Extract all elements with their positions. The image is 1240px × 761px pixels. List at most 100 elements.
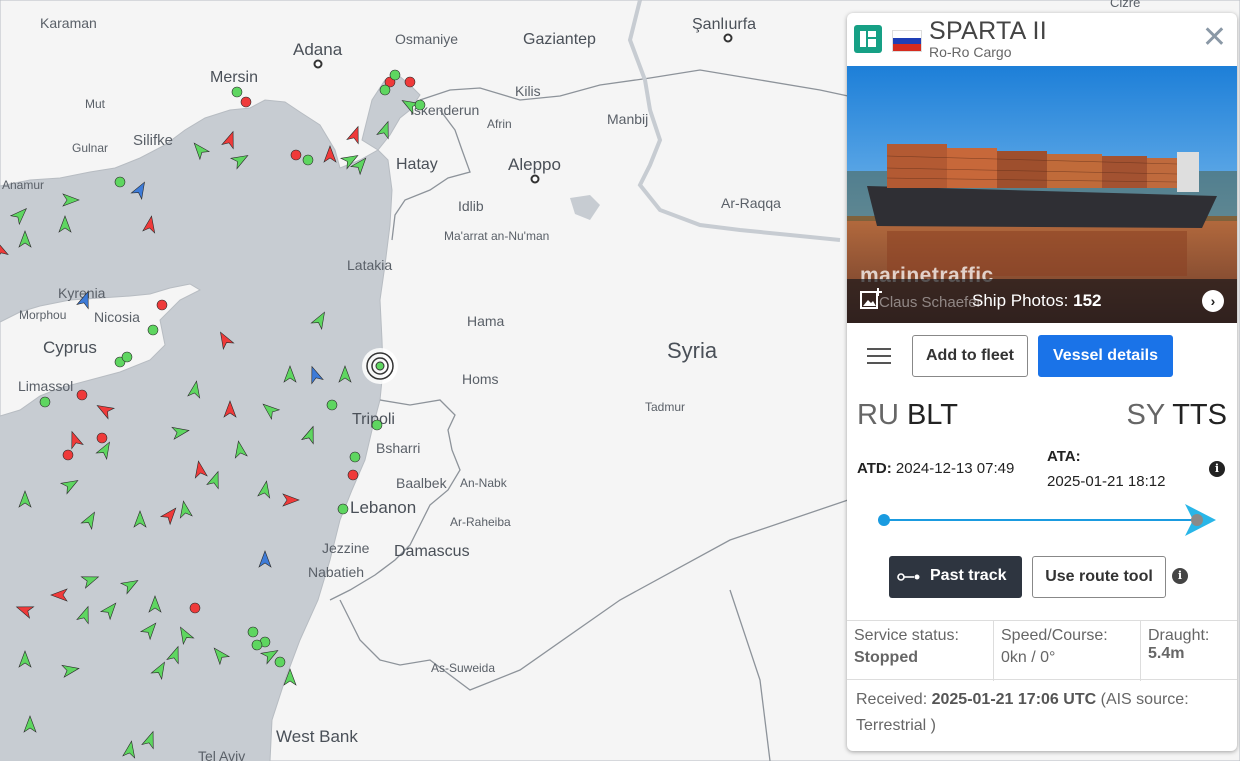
anchored-vessel-dot[interactable] xyxy=(240,96,252,108)
anchored-vessel-dot[interactable] xyxy=(247,626,259,638)
anchored-vessel-dot[interactable] xyxy=(379,84,391,96)
anchored-vessel-dot[interactable] xyxy=(114,176,126,188)
vessel-arrow-icon[interactable] xyxy=(18,490,32,508)
vessel-arrow-icon[interactable] xyxy=(142,215,158,234)
past-track-button[interactable]: Past track xyxy=(889,556,1022,598)
anchored-vessel-dot[interactable] xyxy=(147,324,159,336)
vessel-arrow-icon[interactable] xyxy=(190,139,211,161)
vessel-arrow-icon[interactable] xyxy=(58,215,72,233)
vessel-arrow-icon[interactable] xyxy=(80,571,100,589)
anchored-vessel-dot[interactable] xyxy=(121,351,133,363)
vessel-arrow-icon[interactable] xyxy=(178,500,193,519)
vessel-status-grid: Service status: Stopped Speed/Course: 0k… xyxy=(847,620,1237,681)
anchored-vessel-dot[interactable] xyxy=(231,86,243,98)
photo-bar[interactable]: Claus Schaefer Ship Photos: 152 › xyxy=(847,279,1237,323)
vessel-arrow-icon[interactable] xyxy=(175,624,195,646)
vessel-arrow-icon[interactable] xyxy=(18,650,32,668)
anchored-vessel-dot[interactable] xyxy=(290,149,302,161)
anchored-vessel-dot[interactable] xyxy=(349,451,361,463)
vessel-photo[interactable]: marinetraffic Claus Schaefer Ship Photos… xyxy=(847,66,1237,323)
vessel-arrow-icon[interactable] xyxy=(119,575,141,595)
vessel-arrow-icon[interactable] xyxy=(99,599,120,621)
vessel-arrow-icon[interactable] xyxy=(80,509,99,531)
label-cyprus: Cyprus xyxy=(43,338,97,357)
ata-value: 2025-01-21 18:12 xyxy=(1047,473,1166,490)
vessel-arrow-icon[interactable] xyxy=(166,644,184,665)
vessel-arrow-icon[interactable] xyxy=(229,150,251,170)
ship-photos-label: Ship Photos: xyxy=(972,291,1069,310)
vessel-arrow-icon[interactable] xyxy=(258,550,272,568)
anchored-vessel-dot[interactable] xyxy=(189,602,201,614)
anchored-vessel-dot[interactable] xyxy=(389,69,401,81)
vessel-arrow-icon[interactable] xyxy=(66,429,84,450)
anchored-vessel-dot[interactable] xyxy=(404,76,416,88)
vessel-arrow-icon[interactable] xyxy=(122,740,138,759)
vessel-arrow-icon[interactable] xyxy=(148,595,162,613)
vessel-arrow-icon[interactable] xyxy=(171,425,190,440)
vessel-arrow-icon[interactable] xyxy=(61,663,80,678)
vessel-arrow-icon[interactable] xyxy=(206,469,224,490)
vessel-arrow-icon[interactable] xyxy=(0,239,9,260)
vessel-arrow-icon[interactable] xyxy=(282,493,300,507)
vessel-arrow-icon[interactable] xyxy=(210,644,231,666)
vessel-arrow-icon[interactable] xyxy=(130,179,149,201)
anchored-vessel-dot[interactable] xyxy=(62,449,74,461)
vessel-arrow-icon[interactable] xyxy=(18,230,32,248)
route-info-icon[interactable]: i xyxy=(1172,568,1188,584)
panel-actions: Add to fleet Vessel details xyxy=(847,323,1237,389)
route-tool-button[interactable]: Use route tool xyxy=(1032,556,1166,598)
vessel-arrow-icon[interactable] xyxy=(14,601,35,619)
selected-vessel-marker[interactable] xyxy=(362,348,398,384)
label-lebanon: Lebanon xyxy=(350,498,416,517)
vessel-arrow-icon[interactable] xyxy=(50,588,68,602)
info-icon[interactable]: i xyxy=(1209,461,1225,477)
vessel-arrow-icon[interactable] xyxy=(193,460,208,479)
label-osmaniye: Osmaniye xyxy=(395,31,458,47)
anchored-vessel-dot[interactable] xyxy=(96,432,108,444)
vessel-details-button[interactable]: Vessel details xyxy=(1038,335,1173,377)
vessel-arrow-icon[interactable] xyxy=(133,510,147,528)
vessel-arrow-icon[interactable] xyxy=(215,329,235,351)
vessel-arrow-icon[interactable] xyxy=(221,129,239,150)
add-to-fleet-button[interactable]: Add to fleet xyxy=(912,335,1028,377)
menu-icon[interactable] xyxy=(867,348,891,366)
anchored-vessel-dot[interactable] xyxy=(251,639,263,651)
ship-photos-count[interactable]: Ship Photos: 152 xyxy=(972,291,1102,311)
anchored-vessel-dot[interactable] xyxy=(76,389,88,401)
anchored-vessel-dot[interactable] xyxy=(414,99,426,111)
arrival-port[interactable]: SY TTS xyxy=(1127,399,1228,432)
anchored-vessel-dot[interactable] xyxy=(337,503,349,515)
anchored-vessel-dot[interactable] xyxy=(302,154,314,166)
vessel-arrow-icon[interactable] xyxy=(301,424,319,445)
vessel-arrow-icon[interactable] xyxy=(76,604,94,625)
vessel-arrow-icon[interactable] xyxy=(150,659,169,681)
vessel-arrow-icon[interactable] xyxy=(257,480,273,499)
vessel-arrow-icon[interactable] xyxy=(283,365,297,383)
anchored-vessel-dot[interactable] xyxy=(347,469,359,481)
anchored-vessel-dot[interactable] xyxy=(39,396,51,408)
vessel-arrow-icon[interactable] xyxy=(223,400,237,418)
vessel-arrow-icon[interactable] xyxy=(187,380,203,399)
vessel-arrow-icon[interactable] xyxy=(259,400,281,421)
vessel-arrow-icon[interactable] xyxy=(310,309,329,331)
vessel-arrow-icon[interactable] xyxy=(141,729,159,750)
vessel-arrow-icon[interactable] xyxy=(233,440,248,459)
vessel-arrow-icon[interactable] xyxy=(159,504,180,526)
vessel-arrow-icon[interactable] xyxy=(62,193,80,207)
departure-point xyxy=(878,514,890,526)
anchored-vessel-dot[interactable] xyxy=(274,656,286,668)
vessel-arrow-icon[interactable] xyxy=(94,400,116,420)
speed-course-cell: Speed/Course: 0kn / 0° xyxy=(994,621,1141,681)
vessel-arrow-icon[interactable] xyxy=(9,204,31,226)
next-photo-icon[interactable]: › xyxy=(1202,290,1224,312)
vessel-arrow-icon[interactable] xyxy=(139,619,160,641)
vessel-arrow-icon[interactable] xyxy=(59,475,81,495)
anchored-vessel-dot[interactable] xyxy=(326,399,338,411)
close-icon[interactable]: ✕ xyxy=(1202,23,1227,53)
vessel-arrow-icon[interactable] xyxy=(338,365,352,383)
departure-port[interactable]: RU BLT xyxy=(857,399,958,432)
vessel-arrow-icon[interactable] xyxy=(23,715,37,733)
vessel-arrow-icon[interactable] xyxy=(306,364,324,385)
anchored-vessel-dot[interactable] xyxy=(156,299,168,311)
anchored-vessel-dot[interactable] xyxy=(371,419,383,431)
